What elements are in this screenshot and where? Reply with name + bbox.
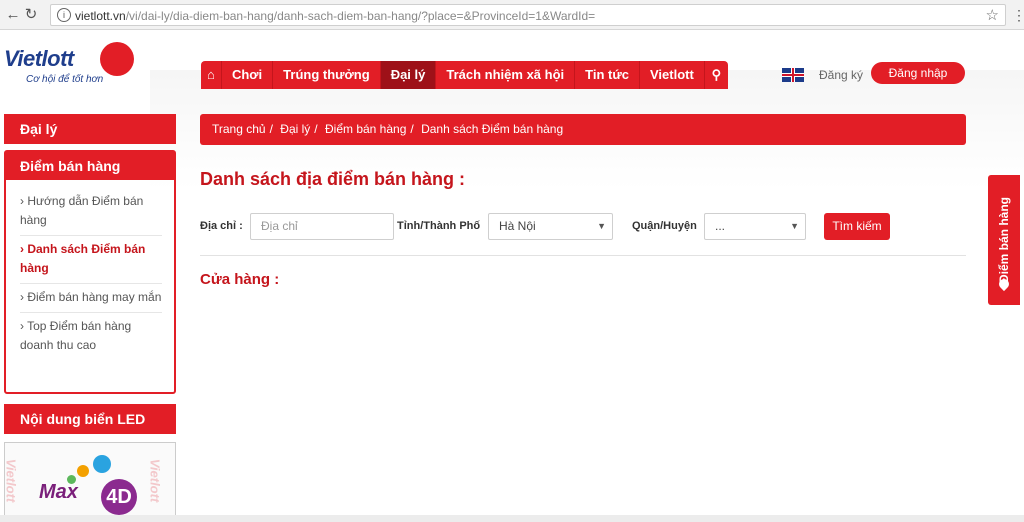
led-banner-image[interactable]: Vietlott Vietlott Max 4D — [4, 442, 176, 522]
led-watermark-right: Vietlott — [147, 458, 163, 503]
browser-menu-icon[interactable]: ⋮ — [1012, 6, 1024, 24]
breadcrumb-home[interactable]: Trang chủ — [212, 122, 266, 136]
district-select-value: ... — [715, 219, 726, 233]
browser-toolbar: ← ↻ ⌂ i vietlott.vn/vi/dai-ly/dia-diem-b… — [0, 0, 1024, 30]
ball-orange — [77, 465, 89, 477]
vietlott-logo[interactable]: Vietlott Cơ hội để tốt hơn — [4, 42, 144, 92]
nav-item-trung-thuong[interactable]: Trúng thưởng — [273, 61, 381, 89]
province-label: Tỉnh/Thành Phố — [397, 220, 481, 232]
sidebar-agent-header[interactable]: Đại lý — [4, 114, 176, 144]
breadcrumb-agent[interactable]: Đại lý — [280, 122, 310, 136]
chevron-down-icon: ▼ — [597, 221, 606, 231]
address-input[interactable]: Địa chỉ — [250, 213, 394, 240]
side-tab-points[interactable]: Điểm bán hàng — [988, 175, 1020, 305]
led-4d-badge: 4D — [101, 479, 137, 515]
district-label: Quận/Huyện — [632, 220, 697, 232]
logo-tagline: Cơ hội để tốt hơn — [26, 74, 104, 85]
breadcrumb: Trang chủ / Đại lý / Điểm bán hàng / Danh s… — [200, 114, 966, 145]
sidebar-led-header[interactable]: Nội dung biển LED — [4, 404, 176, 434]
url-text: vietlott.vn/vi/dai-ly/dia-diem-ban-hang/… — [75, 9, 596, 23]
nav-item-dai-ly[interactable]: Đại lý — [380, 61, 437, 89]
sidebar-points-header[interactable]: Điểm bán hàng — [6, 152, 174, 180]
sidebar-points-box: Điểm bán hàng › Hướng dẫn Điểm bán hàng … — [4, 150, 176, 394]
sidebar-link-top[interactable]: › Top Điểm bán hàng doanh thu cao — [20, 313, 162, 360]
logo-wordmark: Vietlott — [4, 46, 74, 71]
divider — [200, 255, 966, 256]
sidebar-link-guide[interactable]: › Hướng dẫn Điểm bán hàng — [20, 188, 162, 236]
address-label: Địa chỉ : — [200, 220, 243, 232]
nav-search-icon[interactable]: ⚲ — [705, 61, 728, 89]
register-link[interactable]: Đăng ký — [819, 68, 863, 82]
address-bar[interactable]: i vietlott.vn/vi/dai-ly/dia-diem-ban-han… — [50, 4, 1006, 26]
bookmark-star-icon[interactable]: ☆ — [986, 6, 999, 24]
info-icon[interactable]: i — [57, 8, 71, 22]
nav-item-tin-tuc[interactable]: Tin tức — [575, 61, 640, 89]
search-button[interactable]: Tìm kiếm — [824, 213, 890, 240]
province-select-value: Hà Nội — [499, 219, 536, 233]
back-icon[interactable]: ← — [4, 6, 22, 24]
page-title: Danh sách địa điểm bán hàng : — [200, 169, 466, 189]
sidebar-link-lucky[interactable]: › Điểm bán hàng may mắn — [20, 284, 162, 313]
province-select[interactable]: Hà Nội ▼ — [488, 213, 613, 240]
reload-icon[interactable]: ↻ — [22, 6, 40, 24]
nav-item-trach-nhiem[interactable]: Trách nhiệm xã hội — [436, 61, 576, 89]
breadcrumb-current: Danh sách Điểm bán hàng — [421, 122, 564, 136]
main-nav: ⌂ Chơi Trúng thưởng Đại lý Trách nhiệm x… — [201, 61, 728, 89]
uk-flag-icon[interactable] — [782, 68, 804, 82]
login-button[interactable]: Đăng nhập — [871, 62, 965, 84]
nav-home-icon[interactable]: ⌂ — [201, 61, 222, 89]
nav-item-vietlott[interactable]: Vietlott — [640, 61, 705, 89]
ball-blue — [93, 455, 111, 473]
side-tab-label: Điểm bán hàng — [997, 196, 1011, 284]
stores-label: Cửa hàng : — [200, 271, 280, 288]
bottom-scroll-strip — [0, 515, 1024, 522]
nav-item-choi[interactable]: Chơi — [222, 61, 274, 89]
logo-ball-icon — [100, 42, 134, 76]
district-select[interactable]: ... ▼ — [704, 213, 806, 240]
led-max-text: Max — [39, 481, 78, 503]
led-watermark-left: Vietlott — [4, 458, 19, 503]
breadcrumb-points[interactable]: Điểm bán hàng — [325, 122, 406, 136]
chevron-down-icon: ▼ — [790, 221, 799, 231]
sidebar-link-list[interactable]: › Danh sách Điểm bán hàng — [20, 236, 162, 284]
